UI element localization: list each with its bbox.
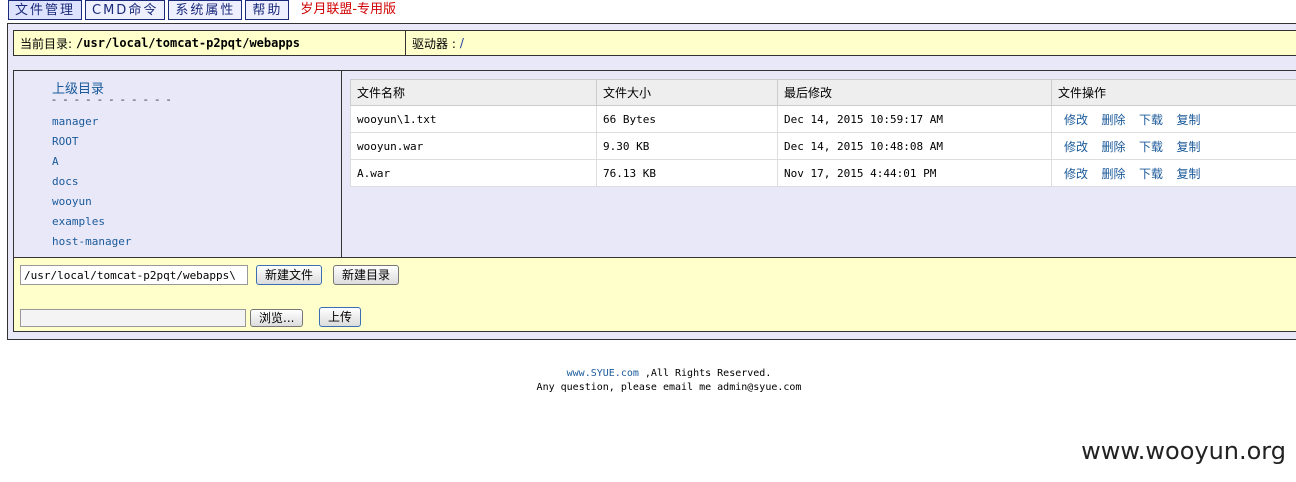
footer-site-link[interactable]: www.SYUE.com bbox=[567, 368, 639, 379]
top-nav: 文件管理 CMD命令 系统属性 帮助 岁月联盟-专用版 bbox=[8, 0, 396, 22]
file-name-cell: wooyun\1.txt bbox=[350, 105, 597, 133]
file-name-cell: wooyun.war bbox=[350, 132, 597, 160]
download-link[interactable]: 下载 bbox=[1139, 113, 1163, 127]
drive-label: 驱动器 : bbox=[412, 36, 456, 51]
footer-rights-text: ,All Rights Reserved. bbox=[638, 368, 772, 379]
main-frame: 当前目录: /usr/local/tomcat-p2pqt/webapps 驱动… bbox=[7, 23, 1296, 340]
content-box: 上级目录 - - - - - - - - - - - manager ROOT … bbox=[13, 70, 1296, 258]
edit-link[interactable]: 修改 bbox=[1064, 113, 1088, 127]
drive: 驱动器 : / bbox=[406, 31, 464, 55]
delete-link[interactable]: 删除 bbox=[1102, 140, 1126, 154]
delete-link[interactable]: 删除 bbox=[1102, 167, 1126, 181]
directory-item[interactable]: ROOT bbox=[52, 135, 131, 155]
download-link[interactable]: 下载 bbox=[1139, 140, 1163, 154]
footer-copyright: www.SYUE.com ,All Rights Reserved. bbox=[0, 367, 1296, 381]
header-last-modified: 最后修改 bbox=[777, 79, 1052, 106]
file-name-cell: A.war bbox=[350, 159, 597, 187]
nav-system-properties[interactable]: 系统属性 bbox=[168, 0, 243, 20]
file-pane: 文件名称 文件大小 最后修改 文件操作 wooyun\1.txt 66 Byte… bbox=[350, 79, 1296, 187]
drive-link[interactable]: / bbox=[460, 36, 464, 50]
header-file-name: 文件名称 bbox=[350, 79, 597, 106]
edit-link[interactable]: 修改 bbox=[1064, 167, 1088, 181]
directory-item[interactable]: wooyun bbox=[52, 195, 131, 215]
new-file-button[interactable]: 新建文件 bbox=[256, 265, 323, 285]
nav-help[interactable]: 帮助 bbox=[245, 0, 290, 20]
directory-item[interactable]: A bbox=[52, 155, 131, 175]
table-row: A.war 76.13 KB Nov 17, 2015 4:44:01 PM 修… bbox=[350, 159, 1296, 187]
watermark: www.wooyun.org bbox=[1081, 437, 1286, 465]
upload-button[interactable]: 上传 bbox=[319, 307, 362, 327]
header-file-actions: 文件操作 bbox=[1051, 79, 1296, 106]
current-directory-label: 当前目录: bbox=[20, 36, 73, 51]
path-input[interactable] bbox=[20, 265, 248, 285]
file-modified-cell: Dec 14, 2015 10:59:17 AM bbox=[777, 105, 1052, 133]
file-actions-cell: 修改 删除 下载 复制 bbox=[1051, 132, 1296, 160]
copy-link[interactable]: 复制 bbox=[1177, 140, 1201, 154]
table-row: wooyun.war 9.30 KB Dec 14, 2015 10:48:08… bbox=[350, 132, 1296, 160]
file-size-cell: 66 Bytes bbox=[596, 105, 778, 133]
upload-file-field[interactable] bbox=[20, 309, 246, 327]
file-size-cell: 9.30 KB bbox=[596, 132, 778, 160]
directory-item[interactable]: manager bbox=[52, 115, 131, 135]
header-file-size: 文件大小 bbox=[596, 79, 778, 106]
file-modified-cell: Nov 17, 2015 4:44:01 PM bbox=[777, 159, 1052, 187]
footer: www.SYUE.com ,All Rights Reserved. Any q… bbox=[0, 367, 1296, 395]
file-actions-cell: 修改 删除 下载 复制 bbox=[1051, 105, 1296, 133]
nav-cmd[interactable]: CMD命令 bbox=[85, 0, 166, 20]
directory-list: manager ROOT A docs wooyun examples host… bbox=[52, 115, 131, 255]
file-actions-cell: 修改 删除 下载 复制 bbox=[1051, 159, 1296, 187]
path-bar: 当前目录: /usr/local/tomcat-p2pqt/webapps 驱动… bbox=[13, 30, 1296, 56]
copy-link[interactable]: 复制 bbox=[1177, 167, 1201, 181]
separator-dashes: - - - - - - - - - - - bbox=[52, 93, 173, 106]
current-directory-value: /usr/local/tomcat-p2pqt/webapps bbox=[76, 36, 301, 50]
edit-link[interactable]: 修改 bbox=[1064, 140, 1088, 154]
download-link[interactable]: 下载 bbox=[1139, 167, 1163, 181]
directory-item[interactable]: host-manager bbox=[52, 235, 131, 255]
footer-contact: Any question, please email me admin@syue… bbox=[536, 382, 802, 393]
table-header-row: 文件名称 文件大小 最后修改 文件操作 bbox=[350, 79, 1296, 106]
file-modified-cell: Dec 14, 2015 10:48:08 AM bbox=[777, 132, 1052, 160]
directory-pane: 上级目录 - - - - - - - - - - - manager ROOT … bbox=[14, 71, 342, 257]
directory-item[interactable]: docs bbox=[52, 175, 131, 195]
new-directory-button[interactable]: 新建目录 bbox=[333, 265, 400, 285]
action-box: 新建文件 新建目录 浏览... 上传 bbox=[13, 257, 1296, 332]
delete-link[interactable]: 删除 bbox=[1102, 113, 1126, 127]
browse-button[interactable]: 浏览... bbox=[250, 309, 304, 327]
file-size-cell: 76.13 KB bbox=[596, 159, 778, 187]
directory-item[interactable]: examples bbox=[52, 215, 131, 235]
brand-label: 岁月联盟-专用版 bbox=[300, 2, 397, 17]
table-row: wooyun\1.txt 66 Bytes Dec 14, 2015 10:59… bbox=[350, 105, 1296, 133]
nav-file-manager[interactable]: 文件管理 bbox=[8, 0, 83, 20]
current-directory: 当前目录: /usr/local/tomcat-p2pqt/webapps bbox=[14, 31, 406, 55]
file-table: 文件名称 文件大小 最后修改 文件操作 wooyun\1.txt 66 Byte… bbox=[350, 79, 1296, 187]
copy-link[interactable]: 复制 bbox=[1177, 113, 1201, 127]
